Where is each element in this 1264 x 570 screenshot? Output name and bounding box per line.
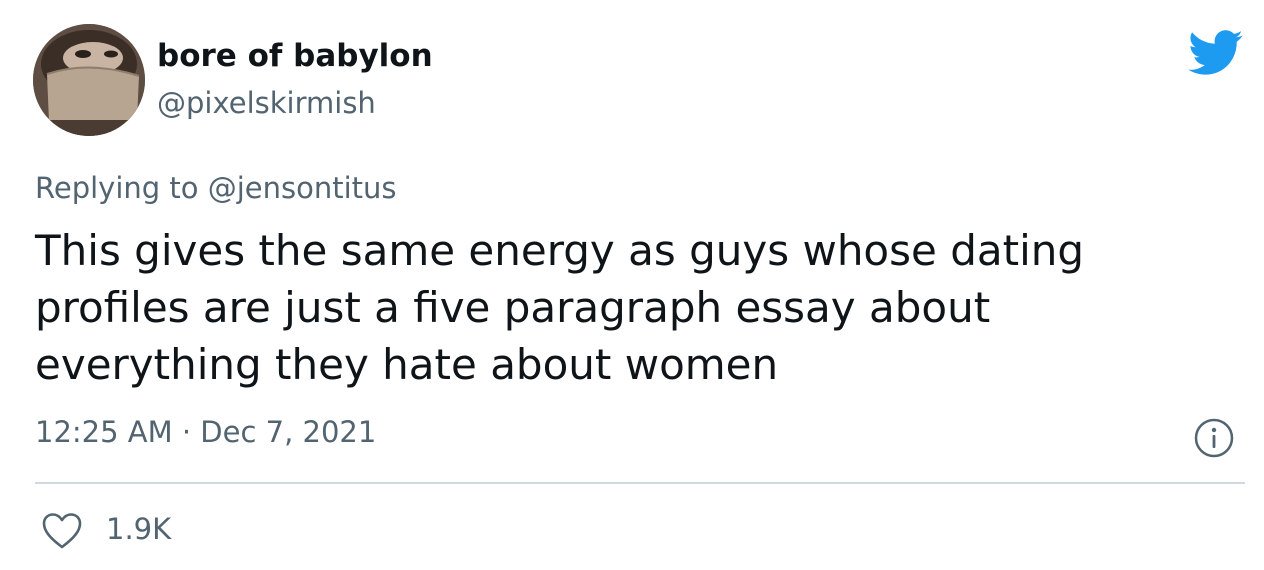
tweet-text-line: This gives the same energy as guys whose… xyxy=(35,226,1085,275)
reply-mention-link[interactable]: @jensontitus xyxy=(208,171,397,205)
display-name[interactable]: bore of babylon xyxy=(157,36,433,76)
tweet-text-line: everything they hate about women xyxy=(35,340,779,389)
avatar-image xyxy=(33,24,145,136)
avatar[interactable] xyxy=(33,24,145,136)
like-count: 1.9K xyxy=(106,512,172,546)
user-handle[interactable]: @pixelskirmish xyxy=(157,84,376,122)
tweet-text: This gives the same energy as guys whose… xyxy=(35,222,1235,393)
tweet-text-line: profiles are just a five paragraph essay… xyxy=(35,283,991,332)
replying-to-label: Replying to xyxy=(35,171,199,205)
tweet-card: bore of babylon @pixelskirmish Replying … xyxy=(0,0,1264,570)
heart-icon[interactable] xyxy=(40,511,84,551)
twitter-bird-icon[interactable] xyxy=(1188,30,1244,76)
replying-to: Replying to @jensontitus xyxy=(35,168,397,208)
tweet-timestamp[interactable]: 12:25 AM · Dec 7, 2021 xyxy=(35,412,376,452)
divider xyxy=(35,482,1245,484)
info-icon[interactable] xyxy=(1193,417,1235,459)
